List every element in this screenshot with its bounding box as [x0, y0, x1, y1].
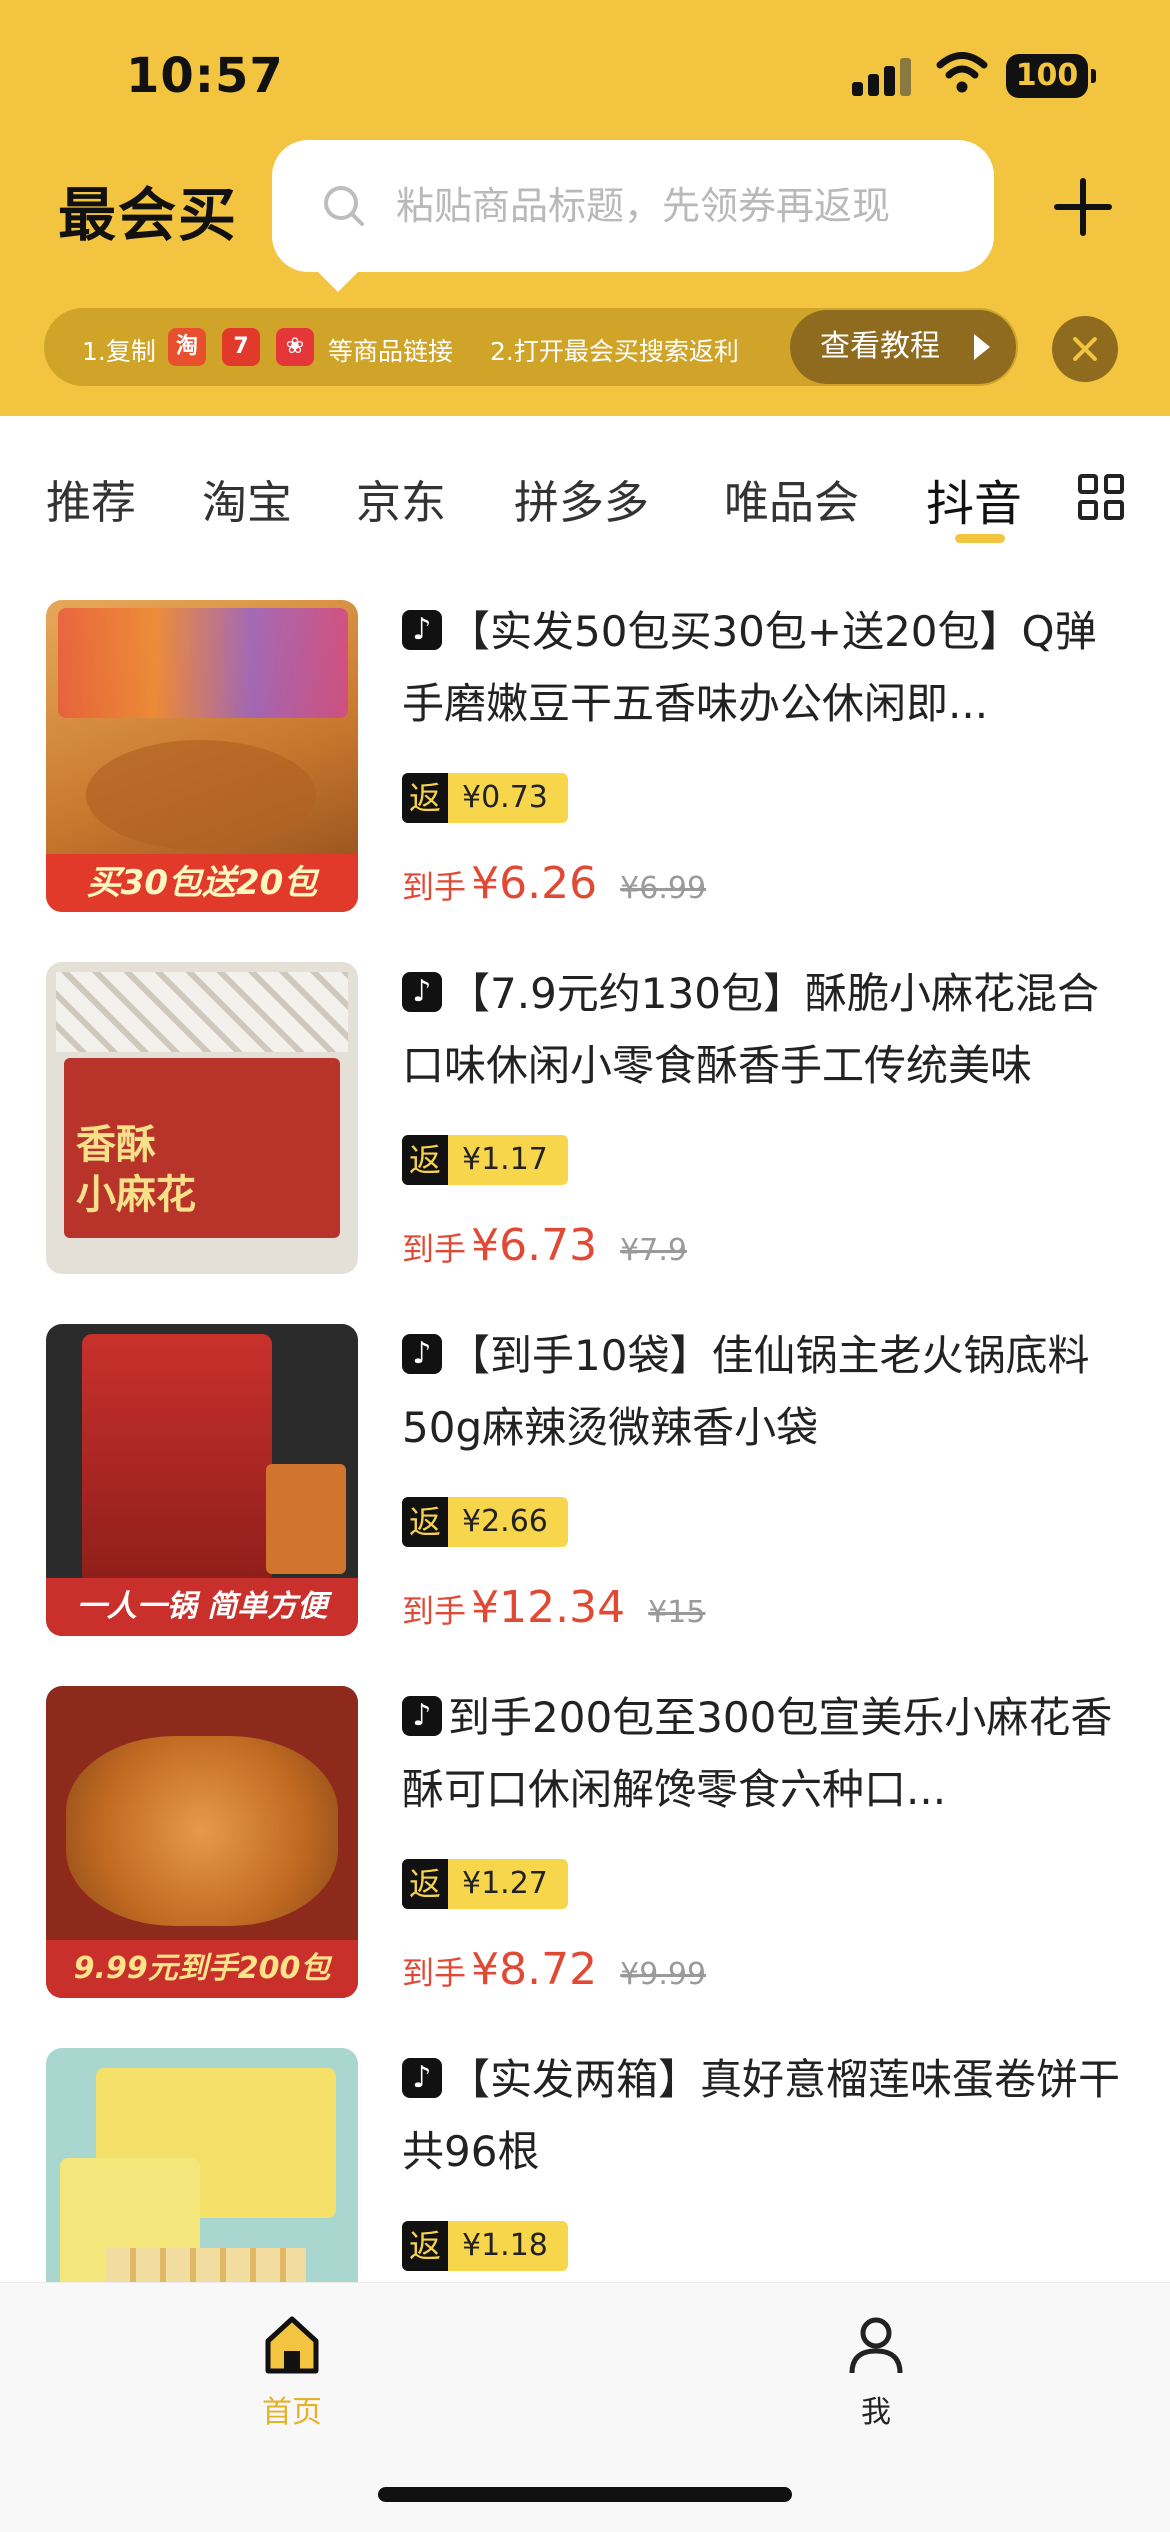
product-image: 一人一锅 简单方便 [46, 1324, 358, 1636]
search-box[interactable] [272, 140, 994, 292]
tab-taobao[interactable]: 淘宝 [202, 466, 292, 531]
product-list: 买30包送20包 【实发50包买30包+送20包】Q弹手磨嫩豆干五香味办公休闲即… [0, 566, 1170, 2282]
search-input[interactable] [396, 170, 966, 242]
product-title: 【到手10袋】佳仙锅主老火锅底料50g麻辣烫微辣香小袋 [402, 1320, 1130, 1464]
battery-icon: 100 [1006, 54, 1096, 98]
final-price: ¥6.26 [471, 858, 598, 909]
search-icon [324, 186, 364, 226]
product-title: 【实发50包买30包+送20包】Q弹手磨嫩豆干五香味办公休闲即... [402, 596, 1130, 740]
tab-douyin[interactable]: 抖音 [926, 464, 1022, 534]
product-item[interactable]: 9.99元到手200包 到手200包至300包宣美乐小麻花香酥可口休闲解馋零食六… [0, 1652, 1170, 2014]
tab-vipshop[interactable]: 唯品会 [724, 466, 859, 531]
add-button[interactable] [1054, 178, 1112, 236]
rebate-badge: 返 ¥1.17 [402, 1135, 568, 1185]
home-indicator [378, 2487, 792, 2502]
tip-step2: 2.打开最会买搜索返利 [490, 337, 739, 366]
product-image: 买30包送20包 [46, 600, 358, 912]
original-price: ¥15 [648, 1595, 706, 1630]
rebate-badge: 返 ¥1.27 [402, 1859, 568, 1909]
product-title: 【实发两箱】真好意榴莲味蛋卷饼干共96根 [402, 2044, 1130, 2188]
douyin-icon [402, 610, 442, 650]
product-image: 香酥 小麻花 [46, 962, 358, 1274]
active-tab-indicator [955, 534, 1005, 543]
product-title: 【7.9元约130包】酥脆小麻花混合口味休闲小零食酥香手工传统美味 [402, 958, 1130, 1102]
product-title: 到手200包至300包宣美乐小麻花香酥可口休闲解馋零食六种口... [402, 1682, 1130, 1826]
product-image: 9.99元到手200包 [46, 1686, 358, 1998]
tip-step1: 1.复制 [82, 337, 156, 366]
product-item[interactable]: 香酥 小麻花 【7.9元约130包】酥脆小麻花混合口味休闲小零食酥香手工传统美味… [0, 928, 1170, 1290]
pinduoduo-icon: ❀ [276, 328, 314, 366]
original-price: ¥7.9 [620, 1233, 687, 1268]
product-banner: 买30包送20包 [46, 854, 358, 912]
price-row: 到手 ¥6.73 ¥7.9 [402, 1220, 687, 1271]
original-price: ¥6.99 [620, 871, 707, 906]
douyin-icon [402, 972, 442, 1012]
rebate-badge: 返 ¥2.66 [402, 1497, 568, 1547]
final-price: ¥6.73 [471, 1220, 598, 1271]
status-time: 10:57 [126, 48, 284, 104]
wifi-icon [936, 52, 988, 93]
cellular-signal-icon [852, 56, 914, 96]
header: 10:57 100 最会买 1.复制 淘 7 ❀ 等商品链接 2.打开最会买搜索… [0, 0, 1170, 416]
tutorial-label: 查看教程 [820, 329, 940, 364]
nav-me-label: 我 [861, 2395, 891, 2430]
product-image [46, 2048, 358, 2282]
app-logo: 最会买 [58, 181, 239, 249]
home-icon [265, 2316, 319, 2374]
price-row: 到手 ¥6.26 ¥6.99 [402, 858, 707, 909]
nav-home[interactable]: 首页 [222, 2313, 362, 2431]
douyin-icon [402, 1696, 442, 1736]
status-bar: 10:57 100 [0, 0, 1170, 140]
jd-icon: 7 [222, 328, 260, 366]
rebate-amount: ¥0.73 [448, 773, 568, 823]
product-banner: 一人一锅 简单方便 [46, 1578, 358, 1636]
category-tabs: 推荐 淘宝 京东 拼多多 唯品会 抖音 [0, 416, 1170, 566]
tip-step1-suffix: 等商品链接 [328, 337, 454, 366]
product-item[interactable]: 一人一锅 简单方便 【到手10袋】佳仙锅主老火锅底料50g麻辣烫微辣香小袋 返 … [0, 1290, 1170, 1652]
rebate-amount: ¥1.17 [448, 1135, 568, 1185]
price-row: 到手 ¥12.34 ¥15 [402, 1582, 706, 1633]
person-icon [849, 2317, 903, 2374]
rebate-badge: 返 ¥1.18 [402, 2221, 568, 2271]
rebate-amount: ¥1.18 [448, 2221, 568, 2271]
original-price: ¥9.99 [620, 1957, 707, 1992]
product-item[interactable]: 买30包送20包 【实发50包买30包+送20包】Q弹手磨嫩豆干五香味办公休闲即… [0, 566, 1170, 928]
close-tip-icon[interactable] [1052, 316, 1118, 382]
rebate-amount: ¥1.27 [448, 1859, 568, 1909]
final-price: ¥12.34 [471, 1582, 626, 1633]
douyin-icon [402, 1334, 442, 1374]
tab-recommend[interactable]: 推荐 [46, 466, 136, 531]
rebate-badge: 返 ¥0.73 [402, 773, 568, 823]
view-tutorial-button[interactable]: 查看教程 [790, 310, 1016, 384]
play-arrow-icon [974, 334, 990, 360]
product-banner: 9.99元到手200包 [46, 1940, 358, 1998]
taobao-icon: 淘 [168, 328, 206, 366]
tab-jd[interactable]: 京东 [356, 466, 446, 531]
final-price: ¥8.72 [471, 1944, 598, 1995]
tab-pinduoduo[interactable]: 拼多多 [514, 466, 649, 531]
douyin-icon [402, 2058, 442, 2098]
grid-menu-icon[interactable] [1078, 474, 1126, 522]
nav-home-label: 首页 [262, 2395, 322, 2430]
product-item[interactable]: 【实发两箱】真好意榴莲味蛋卷饼干共96根 返 ¥1.18 [0, 2014, 1170, 2282]
nav-me[interactable]: 我 [806, 2313, 946, 2431]
price-row: 到手 ¥8.72 ¥9.99 [402, 1944, 707, 1995]
rebate-amount: ¥2.66 [448, 1497, 568, 1547]
